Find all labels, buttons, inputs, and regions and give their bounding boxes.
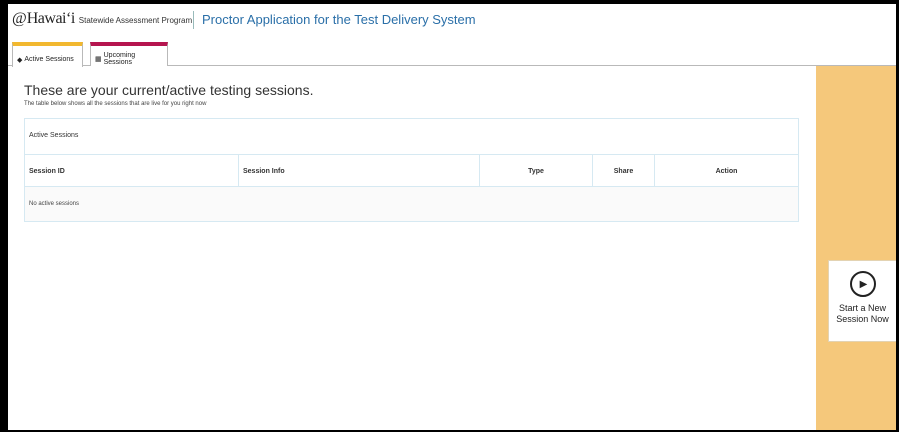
start-label-line1: Start a New — [838, 303, 887, 313]
panel-title: Active Sessions — [25, 119, 798, 155]
tab-upcoming-sessions[interactable]: ▦ Upcoming Sessions — [90, 42, 168, 66]
logo-word: Hawai‘i — [26, 10, 76, 27]
empty-message: No active sessions — [25, 187, 798, 221]
column-share: Share — [593, 155, 655, 187]
start-label-line2: Session Now — [836, 314, 889, 324]
header-divider — [193, 11, 194, 29]
active-sessions-panel: Active Sessions Session ID Session Info … — [24, 118, 799, 222]
pin-icon: ◆ — [17, 56, 23, 64]
hawaii-logo: @ Hawai‘i Statewide Assessment Program — [12, 10, 192, 28]
app-title: Proctor Application for the Test Deliver… — [202, 12, 476, 27]
tab-label: Upcoming Sessions — [103, 52, 136, 66]
start-new-session-button[interactable]: ▶ Start a New Session Now — [828, 260, 896, 342]
app-window: @ Hawai‘i Statewide Assessment Program P… — [8, 4, 896, 430]
column-session-info: Session Info — [239, 155, 480, 187]
tab-bar: ◆ Active Sessions ▦ Upcoming Sessions — [8, 38, 896, 67]
page-subtitle: The table below shows all the sessions t… — [24, 101, 207, 107]
logo-subtitle: Statewide Assessment Program — [78, 16, 193, 25]
right-sidebar: ▶ Start a New Session Now — [816, 66, 896, 430]
header: @ Hawai‘i Statewide Assessment Program P… — [8, 4, 896, 38]
column-type: Type — [480, 155, 593, 187]
calendar-icon: ▦ — [95, 56, 102, 63]
column-session-id: Session ID — [25, 155, 239, 187]
start-session-label: Start a New Session Now — [833, 303, 893, 325]
main-content: These are your current/active testing se… — [8, 66, 816, 430]
play-icon: ▶ — [849, 271, 876, 297]
column-action: Action — [715, 167, 738, 175]
tab-active-sessions[interactable]: ◆ Active Sessions — [12, 42, 83, 67]
tab-label: Active Sessions — [24, 56, 74, 63]
table-header: Session ID Session Info Type Share Actio… — [25, 155, 798, 187]
page-title: These are your current/active testing se… — [24, 82, 314, 98]
logo-mark: @ — [12, 10, 27, 27]
